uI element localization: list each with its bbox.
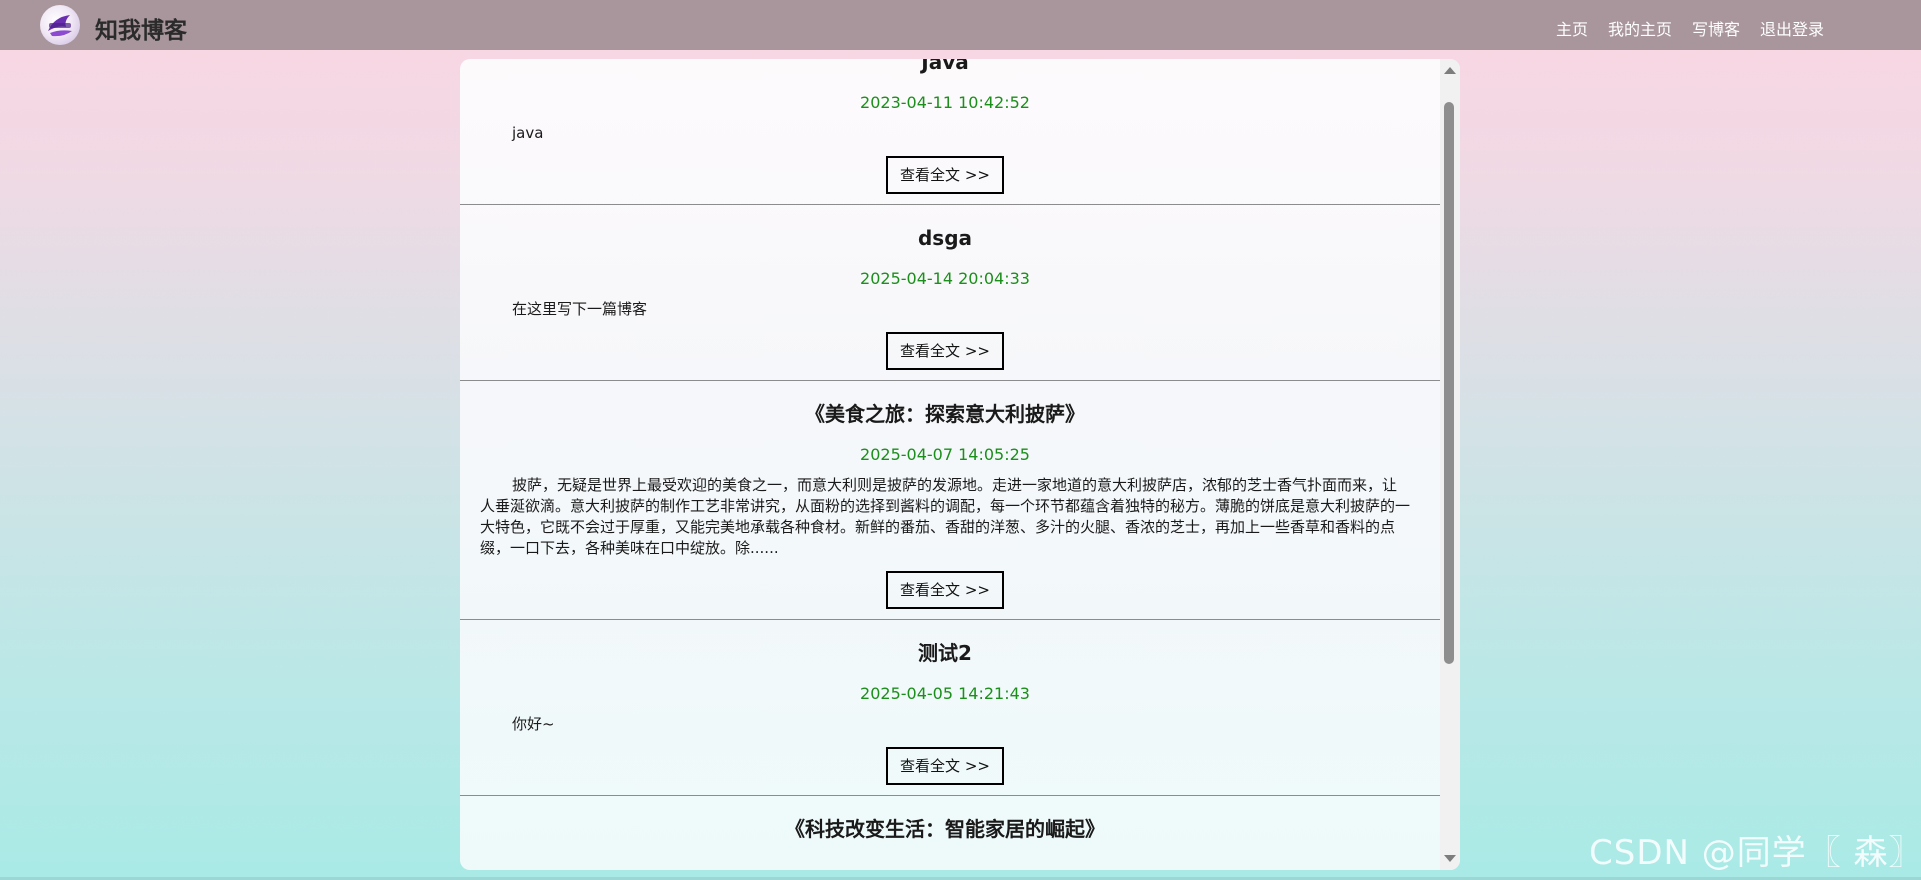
- blog-description: 你好~: [512, 715, 555, 733]
- blog-description: 在这里写下一篇博客: [512, 300, 648, 318]
- blog-title: Java: [921, 59, 969, 74]
- vertical-scrollbar[interactable]: [1440, 59, 1460, 870]
- csdn-watermark: CSDN @同学〖 森〗: [1589, 833, 1921, 873]
- nav-write-blog-link[interactable]: 写博客: [1692, 16, 1740, 40]
- top-navbar: 知我博客 主页 我的主页 写博客 退出登录: [0, 0, 1921, 50]
- blog-item: 《科技改变生活：智能家居的崛起》: [460, 796, 1440, 852]
- nav-home-link[interactable]: 主页: [1556, 16, 1588, 40]
- blog-description: java: [512, 124, 544, 142]
- read-full-article-button[interactable]: 查看全文 >>: [886, 571, 1004, 609]
- blog-item: Java 2023-04-11 10:42:52 java 查看全文 >>: [460, 59, 1440, 205]
- site-brand-name[interactable]: 知我博客: [95, 11, 187, 45]
- blog-list-panel: Java 2023-04-11 10:42:52 java 查看全文 >> ds…: [460, 59, 1460, 870]
- blog-list: Java 2023-04-11 10:42:52 java 查看全文 >> ds…: [460, 59, 1440, 852]
- blog-item: 测试2 2025-04-05 14:21:43 你好~ 查看全文 >>: [460, 620, 1440, 796]
- nav-my-homepage-link[interactable]: 我的主页: [1608, 16, 1672, 40]
- blog-date: 2025-04-14 20:04:33: [860, 269, 1030, 288]
- blog-date: 2023-04-11 10:42:52: [860, 93, 1030, 112]
- blog-date: 2025-04-07 14:05:25: [860, 445, 1030, 464]
- scroll-down-arrow-icon[interactable]: [1444, 855, 1456, 862]
- blog-title: dsga: [917, 226, 973, 250]
- blog-title: 《美食之旅：探索意大利披萨》: [805, 402, 1085, 426]
- blog-date: 2025-04-05 14:21:43: [860, 684, 1030, 703]
- blog-list-viewport: Java 2023-04-11 10:42:52 java 查看全文 >> ds…: [460, 59, 1440, 870]
- blog-description: 披萨，无疑是世界上最受欢迎的美食之一，而意大利则是披萨的发源地。走进一家地道的意…: [480, 476, 1411, 557]
- main-nav: 主页 我的主页 写博客 退出登录: [1556, 16, 1824, 40]
- scrollbar-thumb[interactable]: [1444, 102, 1454, 664]
- read-full-article-button[interactable]: 查看全文 >>: [886, 332, 1004, 370]
- blog-title: 《科技改变生活：智能家居的崛起》: [785, 817, 1105, 841]
- blog-item: dsga 2025-04-14 20:04:33 在这里写下一篇博客 查看全文 …: [460, 205, 1440, 381]
- blog-logo-icon[interactable]: [40, 5, 80, 45]
- blog-title: 测试2: [918, 641, 972, 665]
- read-full-article-button[interactable]: 查看全文 >>: [886, 747, 1004, 785]
- read-full-article-button[interactable]: 查看全文 >>: [886, 156, 1004, 194]
- nav-logout-link[interactable]: 退出登录: [1760, 16, 1824, 40]
- blog-item: 《美食之旅：探索意大利披萨》 2025-04-07 14:05:25 披萨，无疑…: [460, 381, 1440, 620]
- scroll-up-arrow-icon[interactable]: [1444, 67, 1456, 74]
